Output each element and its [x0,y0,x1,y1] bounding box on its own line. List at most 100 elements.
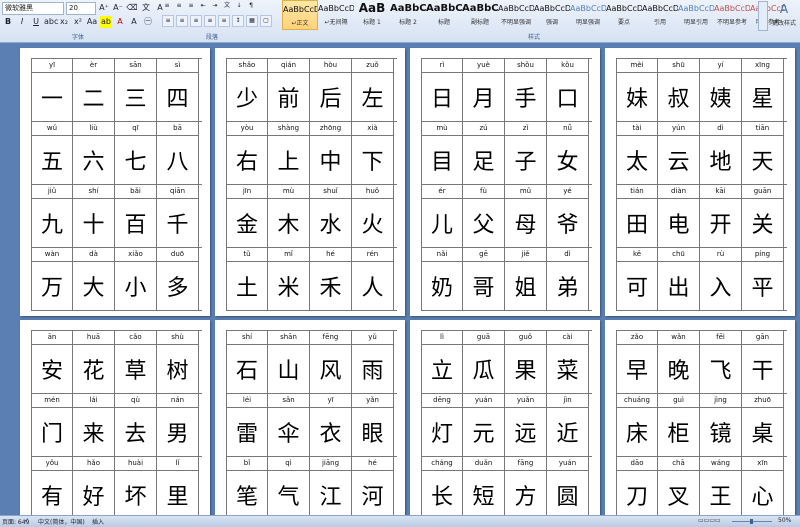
document-page[interactable]: lì 立 guā 瓜 guǒ 果 cài 菜 dēng 灯 yuán 元 yuǎn 远 jìn 近 cháng 长… [410,320,600,515]
align-right-icon[interactable]: ≡ [190,15,202,27]
pinyin-label: rù [700,248,741,262]
style-name: ↵正文 [291,20,309,27]
hanzi-card: tài 太 [616,122,658,184]
pinyin-label: duǎn [463,457,504,471]
card-row: rì 日 yuè 月 shǒu 手 kǒu 口 [421,58,592,121]
paragraph-row-top: ≡ ≡ ≡ ⇤ ⇥ 文 ↓ ¶ [162,1,256,11]
style-item[interactable]: AaBbCcDc 引用 [642,0,678,30]
style-name: 副标题 [470,19,489,26]
hanzi-card: hǎo 好 [73,457,115,515]
subscript-icon[interactable]: x₂ [58,16,70,28]
pinyin-label: huài [115,457,156,471]
font-name-combo[interactable]: 微软雅黑 [2,1,64,15]
style-item[interactable]: AaBbC 标题 2 [390,0,426,30]
insert-mode-indicator[interactable]: 插入 [92,517,104,526]
style-item[interactable]: AaBbC 副标题 [462,0,498,30]
phonetic-guide-icon[interactable]: 文 [140,2,152,14]
hanzi-card: kǒu 口 [547,59,589,121]
highlight-icon[interactable]: ab [100,16,112,28]
document-page[interactable]: shí 石 shān 山 fēng 风 yǔ 雨 léi 雷 sǎn 伞 yī 衣 yǎn 眼 bǐ 笔 qì 气 ji… [215,320,405,515]
style-item[interactable]: AaBbCcDc 要点 [606,0,642,30]
hanzi-card: mǐ 米 [268,248,310,310]
zoom-thumb[interactable] [750,519,753,524]
hanzi-card: zuǒ 左 [352,59,394,121]
style-item[interactable]: AaBbCcDc 不明显强调 [498,0,534,30]
line-spacing-icon[interactable]: ↕ [232,15,244,27]
style-item[interactable]: AaBbCcDc 不明显参考 [714,0,750,30]
align-center-icon[interactable]: ≡ [176,15,188,27]
zoom-slider[interactable] [732,519,772,524]
justify-icon[interactable]: ≡ [204,15,216,27]
style-sample: AaBbC [462,3,498,14]
change-styles-button[interactable]: A 更改样式 [768,0,800,30]
proofing-icon[interactable]: ✓ [24,517,29,524]
hanzi-character: 目 [430,150,453,175]
align-left-icon[interactable]: ≡ [162,15,174,27]
pinyin-label: jīn [227,185,267,199]
font-color-icon[interactable]: A [114,16,126,28]
shading-icon[interactable]: ▦ [246,15,258,27]
style-item[interactable]: AaBbCcDc 明显强调 [570,0,606,30]
enclose-char-icon[interactable]: ㊀ [142,16,154,28]
strikethrough-icon[interactable]: abc [44,16,58,28]
styles-scrollbar[interactable] [758,1,768,31]
document-page[interactable]: rì 日 yuè 月 shǒu 手 kǒu 口 mù 目 zú 足 zǐ 子 nǚ 女 ér 儿 fù 父 mǔ 母 yé 爷… [410,48,600,316]
sort-icon[interactable]: ↓ [234,1,244,11]
font-size-combo[interactable]: 20 [66,1,96,15]
document-page[interactable]: shǎo 少 qián 前 hòu 后 zuǒ 左 yòu 右 shàng 上 zhōng 中 xià 下 jī… [215,48,405,316]
pinyin-label: guān [742,185,783,199]
style-item[interactable]: AaBbCcDc 强调 [534,0,570,30]
pinyin-label: jiǔ [32,185,72,199]
style-item[interactable]: AaB 标题 1 [354,0,390,30]
hanzi-card: shàng 上 [268,122,310,184]
chinese-layout-icon[interactable]: 文 [222,1,232,11]
document-page[interactable]: mèi 妹 shū 叔 yí 姨 xīng 星 tài 太 yún 云 dì 地 tiān 天 tián 田 dià… [605,48,795,316]
distribute-icon[interactable]: ≡ [218,15,230,27]
hanzi-character: 镜 [709,422,732,447]
view-buttons[interactable]: ▭▭▭▭ [698,517,721,524]
hanzi-card: sì 四 [157,59,199,121]
hanzi-card: hé 河 [352,457,394,515]
borders-icon[interactable]: ▢ [260,15,272,27]
shrink-font-icon[interactable]: A⁻ [112,2,124,14]
show-marks-icon[interactable]: ¶ [246,1,256,11]
hanzi-card: mù 目 [421,122,463,184]
italic-icon[interactable]: I [16,16,28,28]
pinyin-label: wàn [32,248,72,262]
hanzi-character: 草 [124,359,147,384]
style-item[interactable]: AaBbC 标题 [426,0,462,30]
numbering-icon[interactable]: ≡ [174,1,184,11]
bullets-icon[interactable]: ≡ [162,1,172,11]
pinyin-label: yé [547,185,588,199]
pinyin-label: èr [73,59,114,73]
bold-icon[interactable]: B [2,16,14,28]
change-case-icon[interactable]: Aa [86,16,98,28]
clear-format-icon[interactable]: ⌫ [126,2,138,14]
style-item[interactable]: AaBbCcD ↵正文 [282,0,318,30]
zoom-level[interactable]: 50% [778,517,791,524]
multilevel-list-icon[interactable]: ≡ [186,1,196,11]
increase-indent-icon[interactable]: ⇥ [210,1,220,11]
char-shading-icon[interactable]: A [128,16,140,28]
document-page[interactable]: yī 一 èr 二 sān 三 sì 四 wǔ 五 liù 六 qī 七 bā 八 jiǔ 九 shí 十 bǎi 百 qi… [20,48,210,316]
hanzi-character: 一 [40,87,63,112]
superscript-icon[interactable]: x² [72,16,84,28]
style-sample: AaBbCcDc [534,4,570,13]
hanzi-card: cǎo 草 [115,331,157,393]
hanzi-character: 万 [40,276,63,301]
grow-font-icon[interactable]: A⁺ [98,2,110,14]
hanzi-character: 太 [625,150,648,175]
document-page[interactable]: zǎo 早 wǎn 晚 fēi 飞 gān 干 chuáng 床 guì 柜 jìng 镜 zhuō 桌 dāo… [605,320,795,515]
pinyin-label: dāo [617,457,657,471]
language-indicator[interactable]: 中文(简体，中国) [38,517,85,526]
underline-icon[interactable]: U [30,16,42,28]
hanzi-character: 金 [235,213,258,238]
hanzi-character: 七 [124,150,147,175]
style-item[interactable]: AaBbCcDc 明显引用 [678,0,714,30]
pinyin-label: mǐ [268,248,309,262]
document-page[interactable]: ān 安 huā 花 cǎo 草 shù 树 mén 门 lái 来 qù 去 nán 男 yǒu 有 hǎo 好 hu… [20,320,210,515]
decrease-indent-icon[interactable]: ⇤ [198,1,208,11]
style-item[interactable]: AaBbCcD ↵无间隔 [318,0,354,30]
hanzi-character: 二 [82,87,105,112]
card-row: mén 门 lái 来 qù 去 nán 男 [31,393,202,456]
